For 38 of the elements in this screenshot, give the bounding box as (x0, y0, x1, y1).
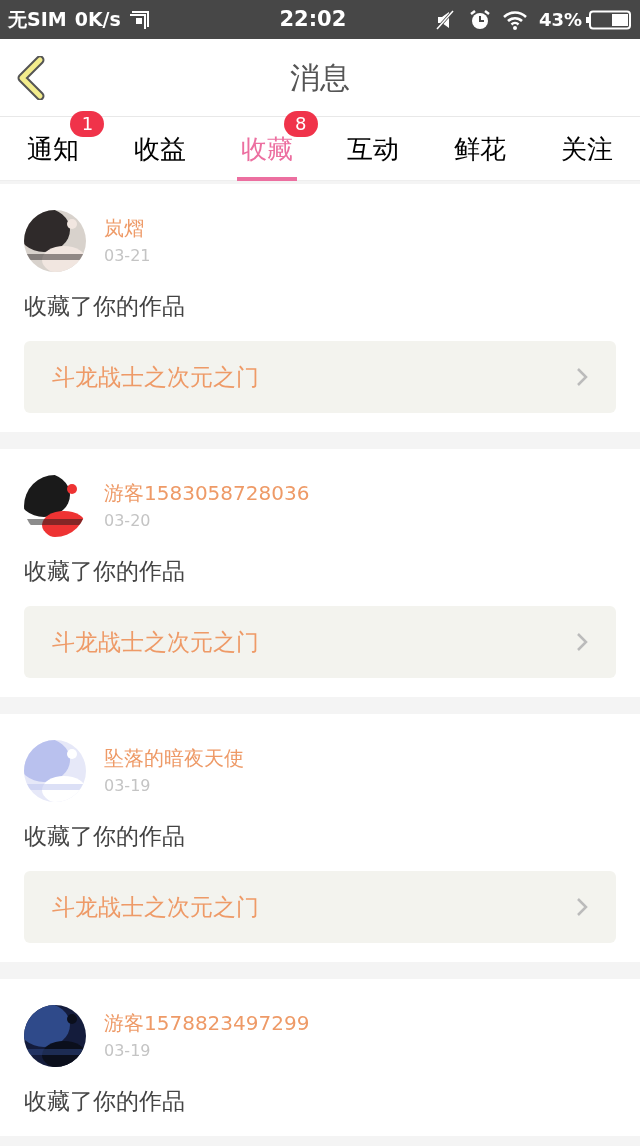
chevron-right-icon (576, 632, 588, 652)
user-name[interactable]: 游客1583058728036 (104, 479, 310, 507)
work-title: 斗龙战士之次元之门 (52, 627, 260, 657)
message-date: 03-19 (104, 775, 152, 797)
tab[interactable]: 鲜花 (450, 117, 510, 181)
clock-time: 22:02 (279, 5, 347, 33)
battery-icon (586, 9, 632, 30)
message-text: 收藏了你的作品 (24, 822, 186, 851)
tab[interactable]: 收益 (130, 117, 190, 181)
tab[interactable]: 互动 (343, 117, 404, 181)
work-link[interactable]: 斗龙战士之次元之门 (24, 341, 616, 413)
carrier-text: 无SIM (8, 7, 67, 33)
message-date: 03-20 (104, 510, 152, 532)
screenshot-icon (128, 9, 151, 30)
user-name[interactable]: 游客1578823497299 (104, 1009, 310, 1037)
mute-icon (434, 8, 457, 31)
count-badge: 1 (70, 111, 105, 137)
network-speed: 0K/s (74, 7, 121, 33)
chevron-right-icon (576, 897, 588, 917)
message-text: 收藏了你的作品 (24, 557, 186, 586)
alarm-icon (468, 8, 491, 31)
work-link[interactable]: 斗龙战士之次元之门 (24, 606, 616, 678)
work-link[interactable]: 斗龙战士之次元之门 (24, 871, 616, 943)
message-date: 03-21 (104, 245, 151, 267)
battery-percent: 43% (538, 8, 582, 32)
count-badge: 8 (283, 111, 318, 137)
user-name[interactable]: 岚熠 (104, 214, 151, 242)
message-text: 收藏了你的作品 (24, 292, 186, 321)
message-text: 收藏了你的作品 (24, 1087, 186, 1116)
user-name[interactable]: 坠落的暗夜天使 (104, 744, 244, 772)
page-title: 消息 (290, 59, 350, 97)
wifi-icon (502, 9, 527, 30)
work-title: 斗龙战士之次元之门 (52, 892, 260, 922)
chevron-right-icon (576, 367, 588, 387)
work-title: 斗龙战士之次元之门 (52, 362, 260, 392)
tab[interactable]: 关注 (556, 117, 617, 181)
message-date: 03-19 (104, 1040, 152, 1062)
back-icon (16, 55, 46, 100)
